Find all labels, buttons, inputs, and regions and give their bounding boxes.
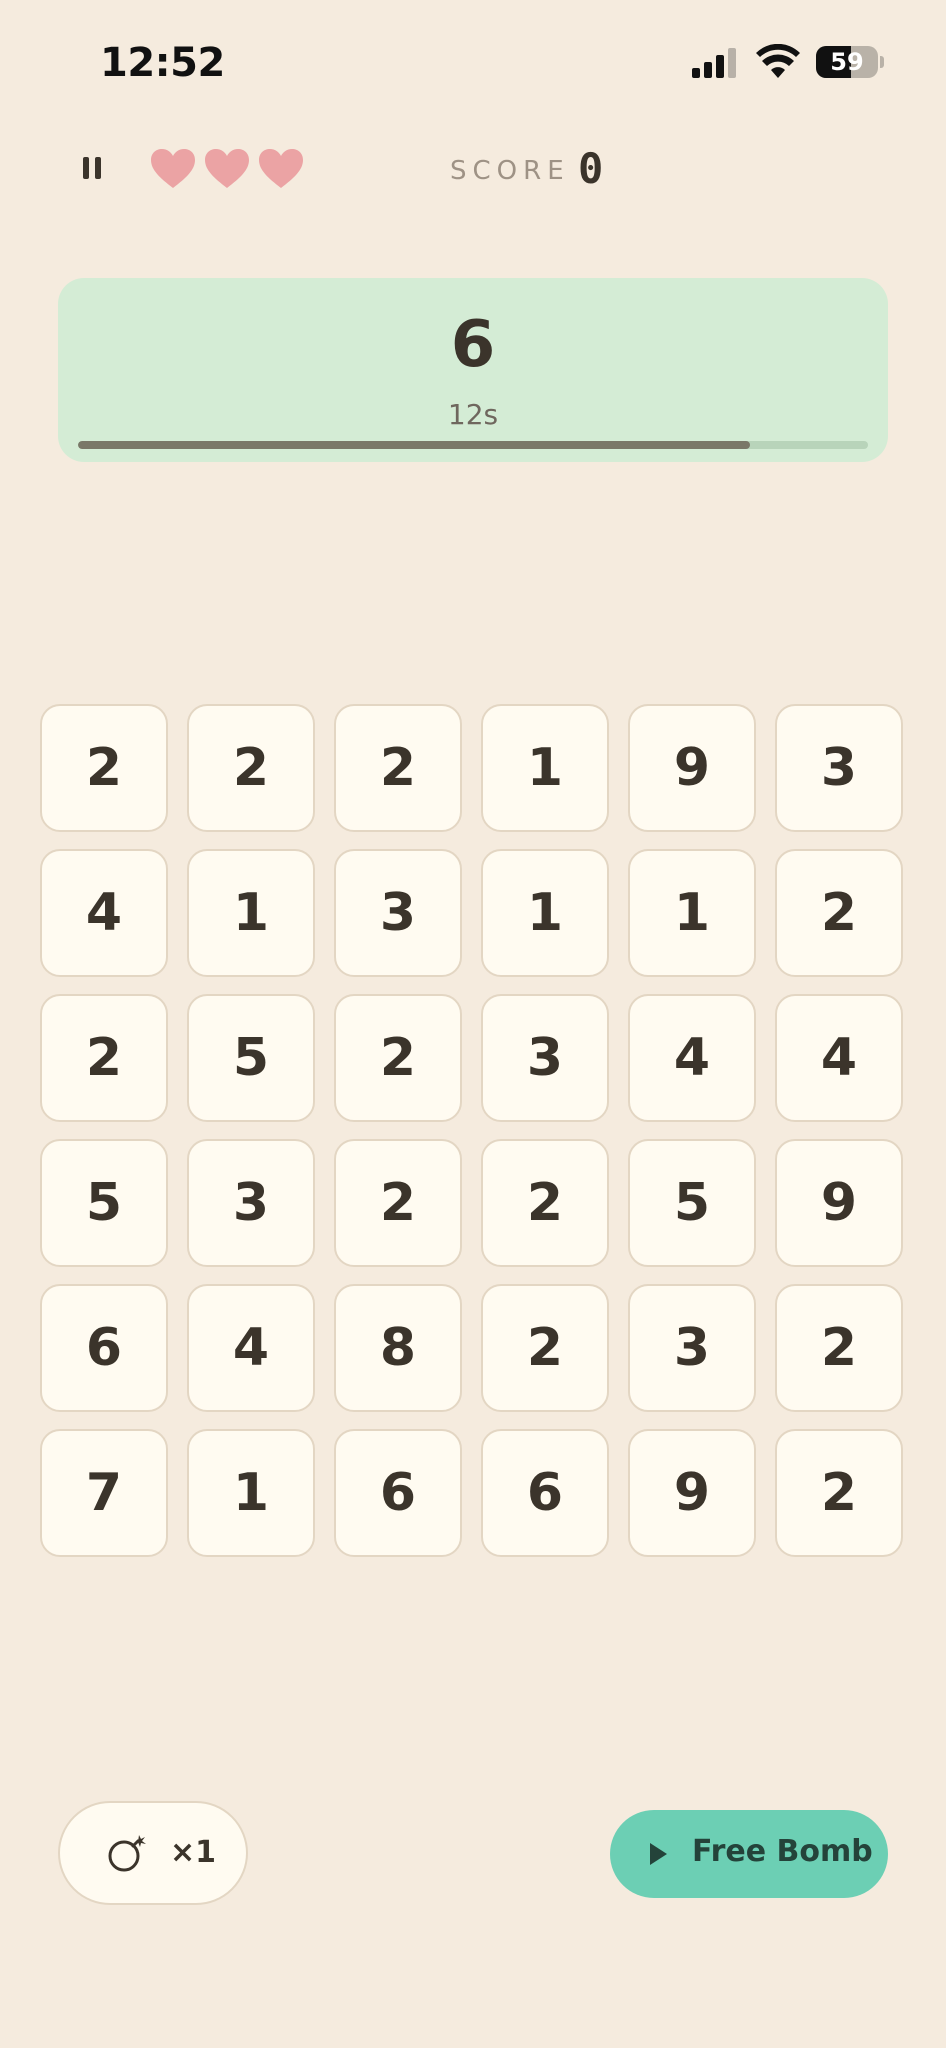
pause-icon	[83, 157, 89, 179]
number-tile[interactable]: 2	[775, 1284, 903, 1412]
number-tile[interactable]: 2	[334, 1139, 462, 1267]
number-tile[interactable]: 2	[481, 1284, 609, 1412]
free-bomb-button[interactable]: Free Bomb	[610, 1810, 888, 1898]
battery-icon: 59	[816, 46, 878, 78]
number-tile[interactable]: 2	[40, 704, 168, 832]
number-tile[interactable]: 1	[628, 849, 756, 977]
number-tile[interactable]: 8	[334, 1284, 462, 1412]
bomb-inventory-button[interactable]: ×1	[58, 1801, 248, 1905]
timer-progress-track	[78, 441, 868, 449]
number-tile[interactable]: 2	[40, 994, 168, 1122]
number-tile[interactable]: 4	[775, 994, 903, 1122]
number-tile[interactable]: 3	[481, 994, 609, 1122]
target-number: 6	[450, 308, 496, 382]
score-value: 0	[578, 144, 604, 193]
number-tile[interactable]: 2	[775, 1429, 903, 1557]
score-label: SCORE	[450, 156, 570, 186]
number-tile[interactable]: 5	[628, 1139, 756, 1267]
number-tile[interactable]: 1	[481, 704, 609, 832]
cellular-signal-icon	[692, 48, 740, 78]
number-tile[interactable]: 9	[628, 1429, 756, 1557]
number-tile[interactable]: 9	[775, 1139, 903, 1267]
number-tile[interactable]: 7	[40, 1429, 168, 1557]
free-bomb-label: Free Bomb	[692, 1834, 873, 1869]
number-tile[interactable]: 3	[628, 1284, 756, 1412]
number-tile[interactable]: 6	[40, 1284, 168, 1412]
number-tile[interactable]: 6	[334, 1429, 462, 1557]
number-tile[interactable]: 2	[775, 849, 903, 977]
number-tile[interactable]: 5	[40, 1139, 168, 1267]
bomb-count: ×1	[170, 1835, 217, 1870]
number-tile[interactable]: 4	[187, 1284, 315, 1412]
timer-progress-fill	[78, 441, 750, 449]
number-tile[interactable]: 6	[481, 1429, 609, 1557]
number-tile[interactable]: 1	[481, 849, 609, 977]
number-tile[interactable]: 3	[187, 1139, 315, 1267]
target-timer: 12s	[447, 398, 499, 431]
number-tile[interactable]: 1	[187, 1429, 315, 1557]
number-tile[interactable]: 4	[40, 849, 168, 977]
battery-percent: 59	[830, 48, 864, 76]
number-tile[interactable]: 5	[187, 994, 315, 1122]
status-time: 12:52	[100, 40, 225, 86]
number-tile[interactable]: 3	[334, 849, 462, 977]
bomb-icon	[108, 1835, 146, 1872]
number-tile[interactable]: 4	[628, 994, 756, 1122]
heart-icon	[151, 149, 195, 188]
number-grid: 222193413112252344532259648232716692	[40, 704, 906, 1557]
number-tile[interactable]: 2	[334, 704, 462, 832]
heart-icon	[205, 149, 249, 188]
number-tile[interactable]: 3	[775, 704, 903, 832]
target-panel: 6 12s	[58, 278, 888, 462]
wifi-icon	[756, 44, 800, 78]
number-tile[interactable]: 1	[187, 849, 315, 977]
number-tile[interactable]: 2	[481, 1139, 609, 1267]
battery-tip	[880, 56, 884, 68]
pause-button[interactable]	[72, 144, 112, 192]
lives-indicator	[150, 148, 304, 190]
number-tile[interactable]: 2	[334, 994, 462, 1122]
heart-icon	[259, 149, 303, 188]
number-tile[interactable]: 9	[628, 704, 756, 832]
play-icon	[650, 1843, 667, 1865]
number-tile[interactable]: 2	[187, 704, 315, 832]
